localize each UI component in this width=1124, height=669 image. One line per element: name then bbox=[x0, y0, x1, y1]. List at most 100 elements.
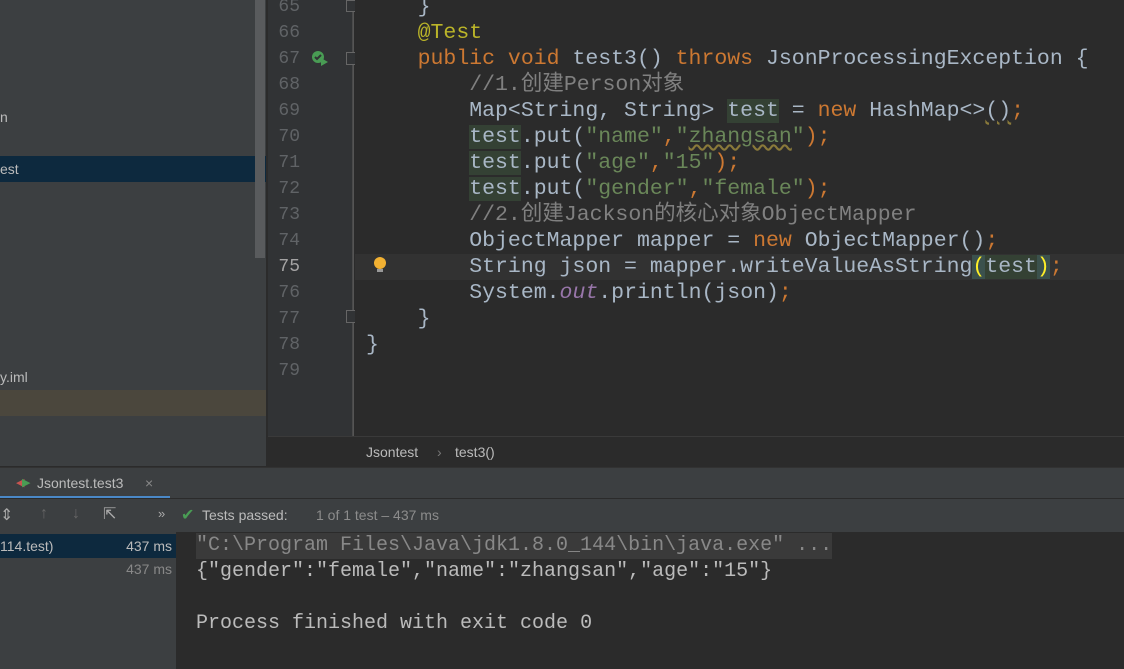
line-number: 77 bbox=[278, 309, 300, 329]
breadcrumb-method[interactable]: test3() bbox=[455, 437, 495, 468]
breadcrumb-class[interactable]: Jsontest bbox=[366, 437, 418, 468]
next-failed-icon[interactable]: ↓ bbox=[72, 505, 80, 523]
code-token: = bbox=[778, 99, 818, 123]
line-number: 74 bbox=[278, 231, 300, 251]
code-token: } bbox=[366, 0, 431, 19]
tab-run-jsontest-test3[interactable]: ◀ ▶ Jsontest.test3 × bbox=[0, 468, 170, 499]
project-tree-item[interactable] bbox=[0, 390, 266, 416]
code-token: public void bbox=[417, 47, 573, 71]
export-icon[interactable]: ⇱ bbox=[103, 504, 116, 524]
code-line[interactable]: //2.创建Jackson的核心对象ObjectMapper bbox=[366, 202, 916, 228]
code-line[interactable]: Map<String, String> test = new HashMap<>… bbox=[366, 98, 1024, 124]
code-token: "name" bbox=[585, 125, 663, 149]
code-token: test bbox=[469, 177, 521, 201]
code-token: .put( bbox=[520, 125, 586, 149]
code-line[interactable]: test.put("age","15"); bbox=[366, 150, 740, 176]
code-token: () bbox=[985, 99, 1012, 123]
code-line[interactable]: test.put("name","zhangsan"); bbox=[366, 124, 831, 150]
code-line[interactable]: //1.创建Person对象 bbox=[366, 72, 684, 98]
line-number: 72 bbox=[278, 179, 300, 199]
code-token: zhangsan bbox=[688, 125, 792, 149]
code-line[interactable]: } bbox=[366, 332, 379, 358]
line-number: 78 bbox=[278, 335, 300, 355]
line-number: 73 bbox=[278, 205, 300, 225]
code-token: " bbox=[675, 125, 689, 149]
code-token: JsonProcessingException { bbox=[765, 47, 1089, 71]
project-tree-item[interactable]: n bbox=[0, 104, 266, 130]
code-token: ); bbox=[714, 151, 741, 175]
code-line[interactable]: test.put("gender","female"); bbox=[366, 176, 831, 202]
code-token: , bbox=[662, 125, 676, 149]
check-icon: ✔ bbox=[181, 507, 195, 524]
console-output[interactable]: "C:\Program Files\Java\jdk1.8.0_144\bin\… bbox=[176, 532, 1124, 669]
tests-passed-label: Tests passed: bbox=[202, 507, 288, 523]
code-token: "female" bbox=[701, 177, 805, 201]
code-token: ; bbox=[1011, 99, 1025, 123]
line-number: 68 bbox=[278, 75, 300, 95]
code-line[interactable]: ObjectMapper mapper = new ObjectMapper()… bbox=[366, 228, 998, 254]
editor-gutter: 65 66 67 68 69 70 71 72 73 74 75 76 77 78 79 bbox=[268, 0, 359, 436]
code-token: Map<String, String> bbox=[366, 99, 728, 123]
code-line[interactable]: } bbox=[366, 306, 431, 332]
test-name: 114.test) bbox=[0, 538, 54, 554]
line-number: 65 bbox=[278, 0, 300, 17]
code-token: @Test bbox=[417, 21, 483, 45]
code-token: .put( bbox=[520, 151, 586, 175]
code-token: } bbox=[366, 307, 431, 331]
tests-passed-detail: 1 of 1 test – 437 ms bbox=[316, 507, 439, 523]
code-token: new bbox=[817, 99, 870, 123]
code-line[interactable]: } bbox=[366, 0, 431, 20]
code-token: .println(json) bbox=[598, 281, 779, 305]
code-token: ); bbox=[804, 177, 831, 201]
breadcrumb-separator: › bbox=[437, 444, 442, 460]
code-token: //2.创建Jackson的核心对象ObjectMapper bbox=[366, 203, 917, 227]
tab-label: Jsontest.test3 bbox=[37, 475, 124, 491]
code-token: //1.创建Person对象 bbox=[366, 73, 685, 97]
close-icon[interactable]: × bbox=[145, 468, 153, 498]
code-token: new bbox=[753, 229, 805, 253]
code-token: "gender" bbox=[585, 177, 689, 201]
code-token: throws bbox=[675, 47, 766, 71]
console-exit-message: Process finished with exit code 0 bbox=[196, 612, 593, 635]
code-line[interactable]: String json = mapper.writeValueAsString(… bbox=[366, 254, 1063, 280]
project-tree-item[interactable]: y.iml bbox=[0, 364, 266, 390]
code-token: } bbox=[366, 333, 379, 357]
code-token: " bbox=[791, 125, 805, 149]
code-token: .put( bbox=[520, 177, 586, 201]
code-token: test bbox=[469, 125, 521, 149]
code-token: "age" bbox=[585, 151, 650, 175]
collapse-all-icon[interactable]: ⇕ bbox=[0, 505, 13, 525]
code-token: test3() bbox=[572, 47, 676, 71]
test-toolbar: ⇕ ↑ ↓ ⇱ » ✔ Tests passed: 1 of 1 test – … bbox=[0, 498, 1124, 532]
line-number: 71 bbox=[278, 153, 300, 173]
line-number: 66 bbox=[278, 23, 300, 43]
more-icon[interactable]: » bbox=[158, 506, 165, 521]
test-time: 437 ms bbox=[126, 561, 172, 577]
code-editor[interactable]: } @Test public void test3() throws JsonP… bbox=[355, 0, 1124, 436]
code-token: ObjectMapper mapper = bbox=[366, 229, 754, 253]
line-number: 69 bbox=[278, 101, 300, 121]
test-tree-row[interactable]: 114.test) 437 ms bbox=[0, 534, 176, 558]
code-token: ); bbox=[804, 125, 831, 149]
code-token: test bbox=[727, 99, 779, 123]
previous-failed-icon[interactable]: ↑ bbox=[40, 505, 48, 523]
line-number: 67 bbox=[278, 49, 300, 69]
line-number: 76 bbox=[278, 283, 300, 303]
code-token: ; bbox=[778, 281, 792, 305]
code-line[interactable]: @Test bbox=[366, 20, 483, 46]
code-token: ( bbox=[972, 255, 986, 279]
code-line[interactable]: System.out.println(json); bbox=[366, 280, 792, 306]
sidebar-scrollbar[interactable] bbox=[255, 0, 265, 258]
line-number: 79 bbox=[278, 361, 300, 381]
run-test-icon[interactable] bbox=[310, 48, 330, 68]
project-tree-item-selected[interactable]: est bbox=[0, 156, 266, 182]
code-token: ) bbox=[1036, 255, 1050, 279]
test-tree-row[interactable]: 437 ms bbox=[0, 557, 176, 581]
code-line[interactable]: public void test3() throws JsonProcessin… bbox=[366, 46, 1089, 72]
code-token: test bbox=[985, 255, 1037, 279]
project-sidebar: n est y.iml bbox=[0, 0, 266, 466]
